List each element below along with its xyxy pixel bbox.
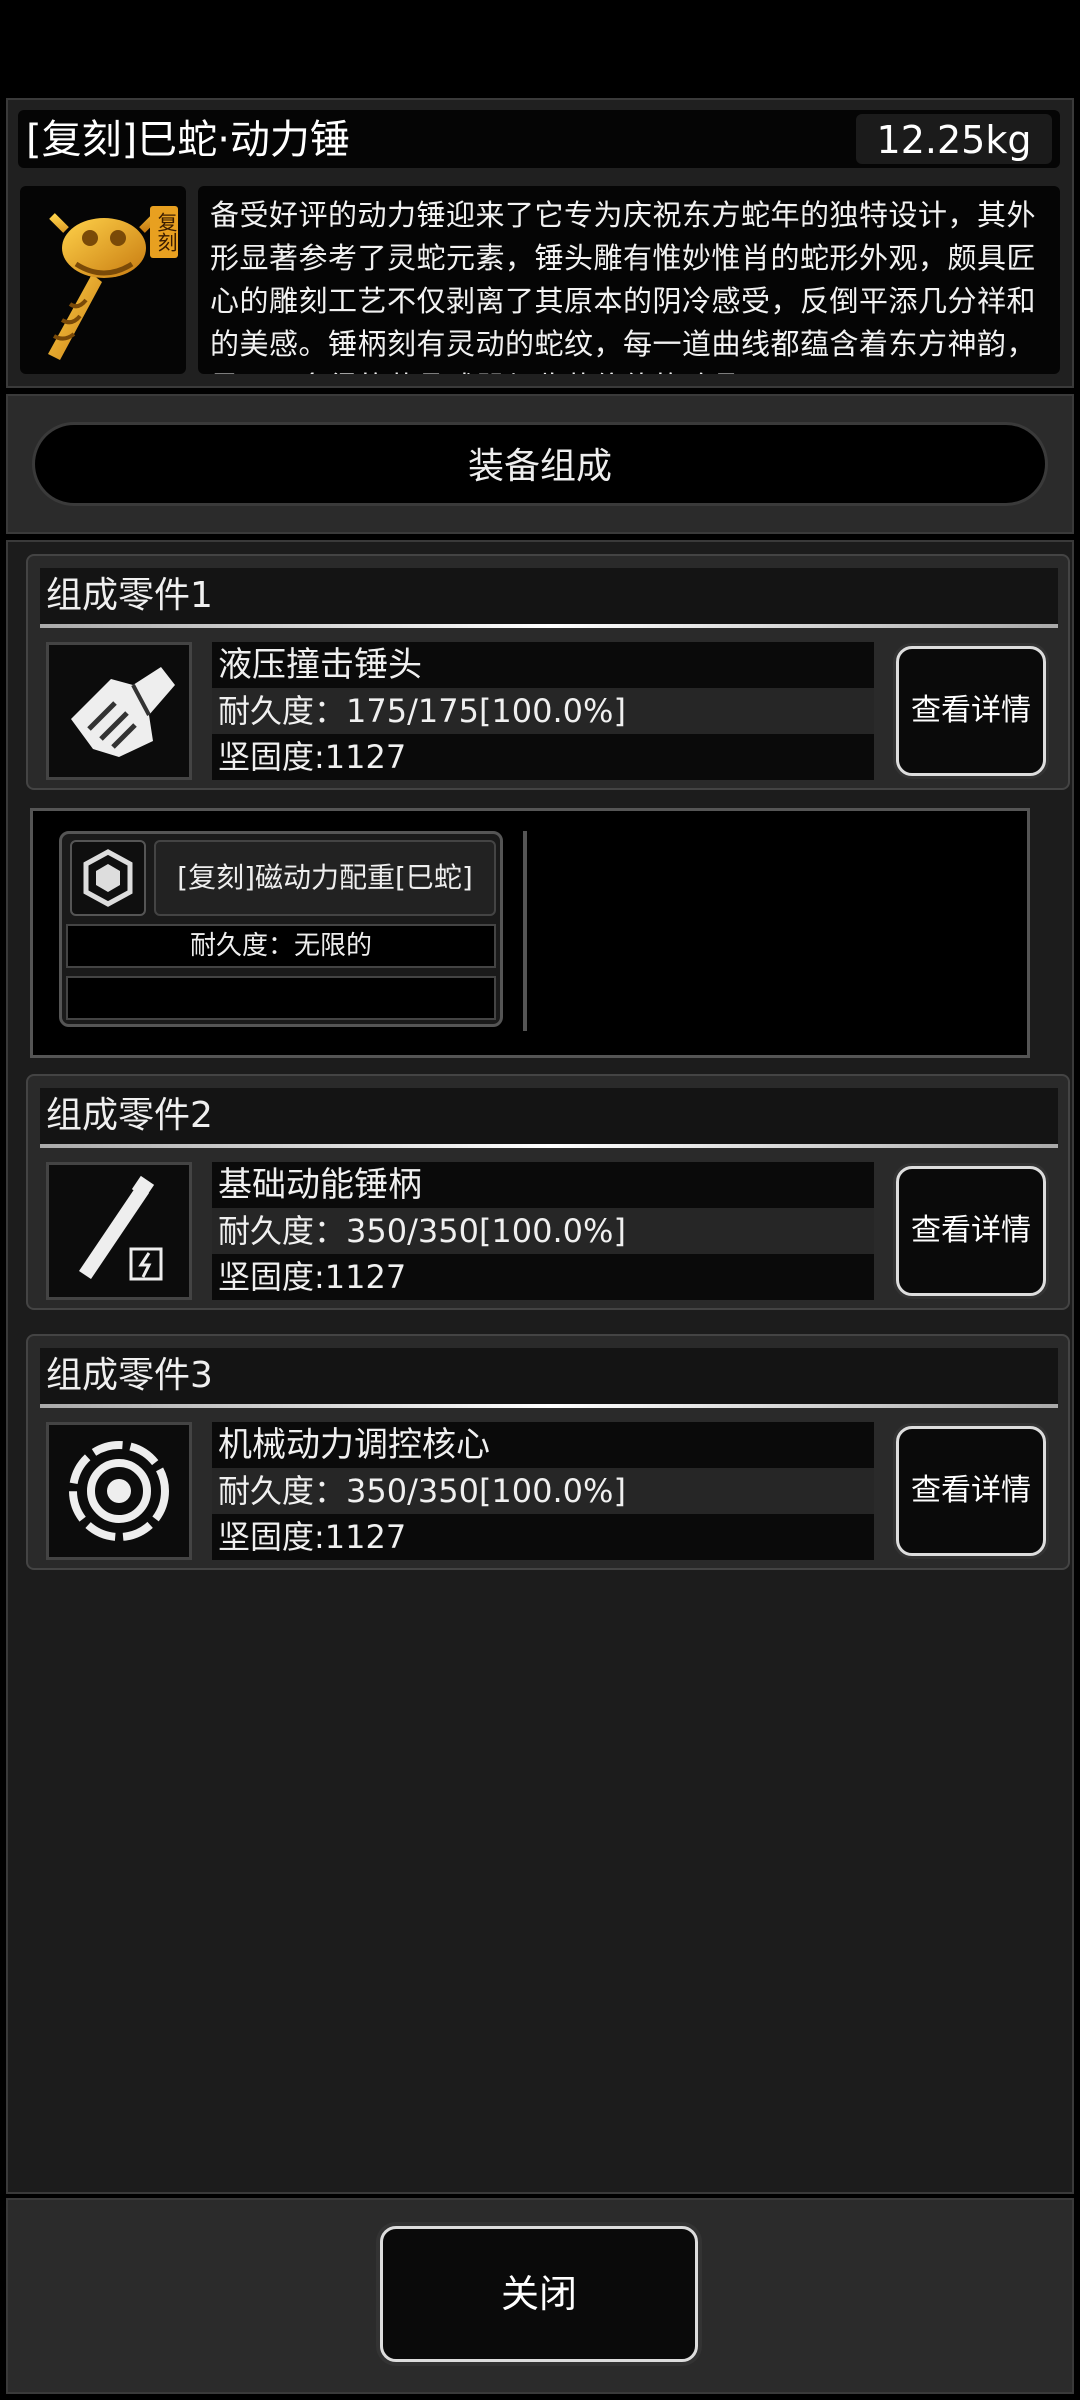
- reprint-badge: 复刻: [150, 206, 178, 258]
- part-hardness: 坚固度:1127: [212, 1514, 874, 1560]
- item-description: 备受好评的动力锤迎来了它专为庆祝东方蛇年的独特设计，其外形显著参考了灵蛇元素，锤…: [210, 198, 1037, 374]
- hammer-handle-icon: [46, 1162, 192, 1300]
- part-name: 基础动能锤柄: [212, 1162, 874, 1208]
- part-card-2: 组成零件2 基础动能锤柄 耐久度：350/350[100.0%] 坚固度:112…: [26, 1074, 1070, 1310]
- item-title: [复刻]巳蛇·动力锤: [26, 117, 350, 163]
- part-header-label: 组成零件3: [46, 1355, 213, 1396]
- part-card-1: 组成零件1 液压撞击锤头 耐久度：175/175[100.0%] 坚固度:112…: [26, 554, 1070, 790]
- item-weight: 12.25kg: [876, 118, 1032, 162]
- part-header-label: 组成零件2: [46, 1095, 213, 1136]
- divider: [40, 624, 1058, 628]
- attachment-panel: [复刻]磁动力配重[巳蛇] 耐久度：无限的: [30, 808, 1030, 1058]
- parts-list[interactable]: 组成零件1 液压撞击锤头 耐久度：175/175[100.0%] 坚固度:112…: [6, 540, 1074, 2194]
- part-durability: 耐久度：350/350[100.0%]: [212, 1208, 874, 1254]
- part-info: 基础动能锤柄 耐久度：350/350[100.0%] 坚固度:1127: [212, 1162, 874, 1300]
- attachment-durability: 耐久度：无限的: [66, 924, 496, 968]
- part-hardness: 坚固度:1127: [212, 734, 874, 780]
- counterweight-icon: [70, 840, 146, 916]
- description-box[interactable]: 备受好评的动力锤迎来了它专为庆祝东方蛇年的独特设计，其外形显著参考了灵蛇元素，锤…: [198, 186, 1060, 374]
- part-header: 组成零件3: [40, 1348, 1058, 1408]
- item-icon-box: 复刻: [20, 186, 186, 374]
- hammer-head-icon: [46, 642, 192, 780]
- view-details-button[interactable]: 查看详情: [896, 646, 1046, 776]
- divider: [523, 831, 527, 1031]
- part-durability: 耐久度：350/350[100.0%]: [212, 1468, 874, 1514]
- divider: [40, 1144, 1058, 1148]
- part-header: 组成零件2: [40, 1088, 1058, 1148]
- part-durability: 耐久度：175/175[100.0%]: [212, 688, 874, 734]
- part-info: 机械动力调控核心 耐久度：350/350[100.0%] 坚固度:1127: [212, 1422, 874, 1560]
- section-label: 装备组成: [467, 446, 612, 487]
- top-status-band: [0, 0, 1080, 90]
- part-hardness: 坚固度:1127: [212, 1254, 874, 1300]
- attachment-empty-row: [66, 976, 496, 1020]
- attachment-name: [复刻]磁动力配重[巳蛇]: [154, 840, 496, 916]
- attachment-card[interactable]: [复刻]磁动力配重[巳蛇] 耐久度：无限的: [59, 831, 503, 1027]
- part-header-label: 组成零件1: [46, 575, 213, 616]
- part-header: 组成零件1: [40, 568, 1058, 628]
- part-info: 液压撞击锤头 耐久度：175/175[100.0%] 坚固度:1127: [212, 642, 874, 780]
- divider: [40, 1404, 1058, 1408]
- view-details-button[interactable]: 查看详情: [896, 1426, 1046, 1556]
- close-button[interactable]: 关闭: [380, 2226, 698, 2362]
- power-core-icon: [46, 1422, 192, 1560]
- part-card-3: 组成零件3 机械动力调控核心 耐久度：350/350[100.0%] 坚固度:1…: [26, 1334, 1070, 1570]
- part-name: 机械动力调控核心: [212, 1422, 874, 1468]
- view-details-button[interactable]: 查看详情: [896, 1166, 1046, 1296]
- part-name: 液压撞击锤头: [212, 642, 874, 688]
